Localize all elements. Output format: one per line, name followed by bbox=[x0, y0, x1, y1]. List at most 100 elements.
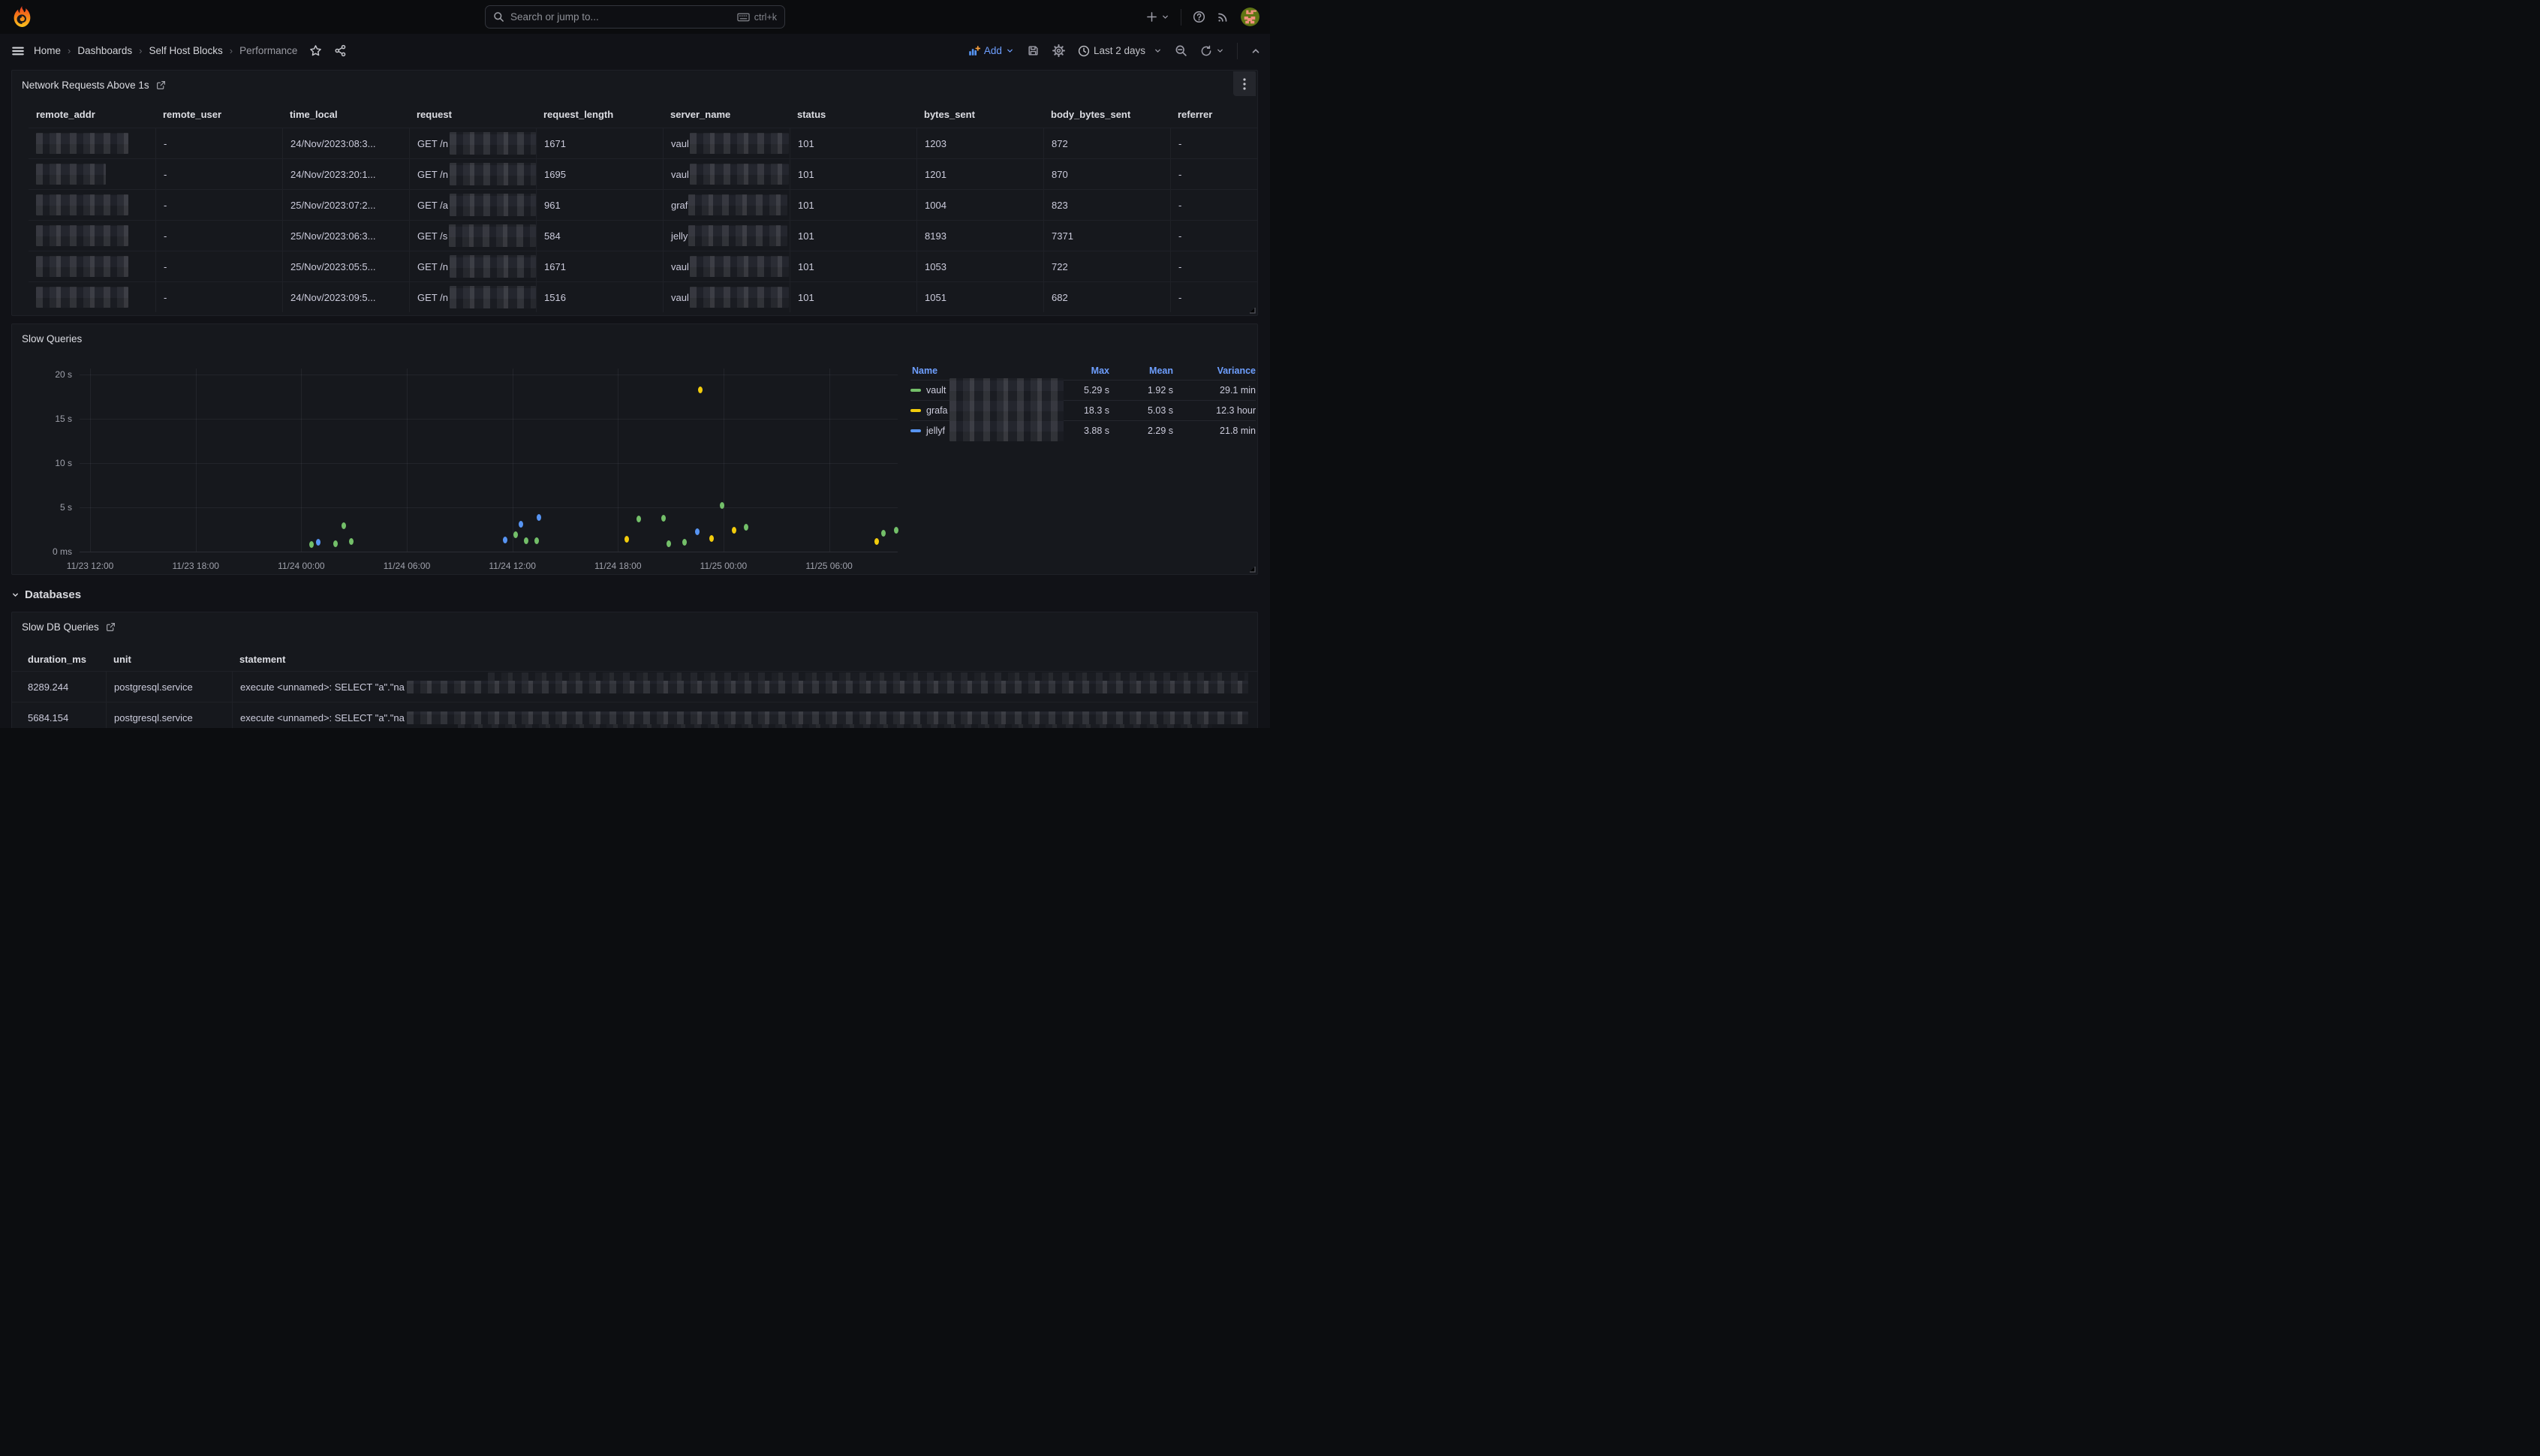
cell-server-name: vaul bbox=[663, 159, 790, 189]
blurred-value bbox=[450, 132, 536, 155]
hamburger-menu-icon[interactable] bbox=[11, 44, 25, 58]
column-header[interactable]: duration_ms bbox=[12, 654, 106, 665]
legend-header-variance[interactable]: Variance bbox=[1173, 366, 1256, 376]
blurred-value bbox=[450, 255, 536, 278]
legend-header-mean[interactable]: Mean bbox=[1109, 366, 1173, 376]
db-table-body: 8289.244 postgresql.service execute <unn… bbox=[12, 671, 1257, 728]
scatter-point bbox=[333, 540, 338, 547]
cell-server-name: vaul bbox=[663, 128, 790, 158]
scatter-point bbox=[513, 531, 518, 538]
cell-unit: postgresql.service bbox=[106, 672, 232, 702]
blurred-value bbox=[690, 164, 789, 185]
blurred-value bbox=[36, 256, 128, 277]
blurred-legend-names bbox=[949, 378, 1064, 441]
collapse-toolbar-icon[interactable] bbox=[1250, 46, 1261, 56]
breadcrumb-folder[interactable]: Self Host Blocks bbox=[149, 45, 223, 56]
favorite-star-icon[interactable] bbox=[309, 44, 322, 57]
cell-time-local: 24/Nov/2023:08:3... bbox=[282, 128, 409, 158]
external-link-icon[interactable] bbox=[156, 80, 166, 90]
cell-status: 101 bbox=[790, 159, 916, 189]
external-link-icon[interactable] bbox=[106, 622, 116, 632]
column-header[interactable]: unit bbox=[106, 654, 232, 665]
scatter-point bbox=[309, 541, 314, 548]
divider bbox=[1237, 43, 1238, 59]
cell-request: GET /s bbox=[409, 221, 536, 251]
search-input[interactable]: Search or jump to... ctrl+k bbox=[485, 5, 785, 29]
series-color-chip bbox=[910, 389, 921, 392]
breadcrumb-dashboards[interactable]: Dashboards bbox=[77, 45, 132, 56]
refresh-icon bbox=[1200, 45, 1212, 57]
column-header[interactable]: bytes_sent bbox=[916, 109, 1043, 120]
table-row: - 24/Nov/2023:08:3... GET /n 1671 vaul 1… bbox=[29, 128, 1257, 158]
panel-title[interactable]: Slow DB Queries bbox=[22, 621, 99, 633]
help-button[interactable] bbox=[1193, 11, 1205, 23]
chevron-down-icon bbox=[1006, 47, 1014, 55]
network-table: remote_addrremote_usertime_localrequestr… bbox=[12, 101, 1257, 315]
share-icon[interactable] bbox=[334, 44, 347, 57]
legend-variance: 12.3 hour bbox=[1173, 405, 1256, 416]
column-header[interactable]: request bbox=[409, 109, 536, 120]
breadcrumb-home[interactable]: Home bbox=[34, 45, 61, 56]
column-header[interactable]: statement bbox=[232, 654, 1257, 665]
breadcrumb-current: Performance bbox=[239, 45, 297, 56]
legend-mean: 1.92 s bbox=[1109, 385, 1173, 396]
column-header[interactable]: remote_addr bbox=[29, 109, 155, 120]
cell-time-local: 25/Nov/2023:05:5... bbox=[282, 251, 409, 281]
section-databases[interactable]: Databases bbox=[11, 585, 81, 604]
cell-time-local: 24/Nov/2023:09:5... bbox=[282, 282, 409, 312]
column-header[interactable]: time_local bbox=[282, 109, 409, 120]
panel-title[interactable]: Network Requests Above 1s bbox=[22, 80, 149, 91]
grafana-dashboard: Search or jump to... ctrl+k bbox=[0, 0, 1270, 728]
scatter-point bbox=[698, 387, 703, 393]
dashboard-settings-icon[interactable] bbox=[1052, 44, 1065, 57]
new-button[interactable] bbox=[1146, 11, 1169, 23]
network-table-body: - 24/Nov/2023:08:3... GET /n 1671 vaul 1… bbox=[29, 128, 1257, 312]
column-header[interactable]: body_bytes_sent bbox=[1043, 109, 1170, 120]
cell-body-bytes-sent: 870 bbox=[1043, 159, 1170, 189]
scatter-point bbox=[874, 538, 879, 545]
cell-bytes-sent: 1051 bbox=[916, 282, 1043, 312]
time-range-picker[interactable]: Last 2 days bbox=[1078, 45, 1162, 57]
cell-referrer: - bbox=[1170, 221, 1257, 251]
cell-bytes-sent: 1053 bbox=[916, 251, 1043, 281]
nav-right-group bbox=[1146, 0, 1259, 34]
scatter-point bbox=[661, 515, 666, 522]
panel-slow-queries: Slow Queries 11/23 12:0011/23 18:0011/24… bbox=[11, 323, 1258, 575]
blurred-value bbox=[36, 133, 128, 154]
network-table-header: remote_addrremote_usertime_localrequestr… bbox=[29, 101, 1257, 128]
column-header[interactable]: remote_user bbox=[155, 109, 282, 120]
save-dashboard-button[interactable] bbox=[1027, 44, 1040, 57]
cell-body-bytes-sent: 722 bbox=[1043, 251, 1170, 281]
search-placeholder: Search or jump to... bbox=[510, 11, 731, 23]
legend-header-name[interactable]: Name bbox=[910, 366, 1042, 376]
panel-title[interactable]: Slow Queries bbox=[22, 333, 82, 344]
panel-resize-handle[interactable] bbox=[1249, 566, 1256, 573]
cell-server-name: jelly bbox=[663, 221, 790, 251]
scatter-point bbox=[624, 536, 629, 543]
legend-variance: 21.8 min bbox=[1173, 426, 1256, 436]
scatter-point bbox=[519, 521, 523, 528]
panel-menu-kebab-icon[interactable] bbox=[1233, 71, 1256, 96]
blurred-value bbox=[36, 164, 106, 185]
cell-unit: postgresql.service bbox=[106, 702, 232, 728]
cell-remote-user: - bbox=[155, 128, 282, 158]
user-avatar[interactable] bbox=[1241, 8, 1259, 26]
grafana-logo-icon[interactable] bbox=[11, 6, 33, 28]
cell-time-local: 25/Nov/2023:06:3... bbox=[282, 221, 409, 251]
zoom-out-time-icon[interactable] bbox=[1175, 44, 1187, 57]
scatter-point bbox=[534, 537, 539, 544]
refresh-button[interactable] bbox=[1200, 45, 1224, 57]
x-gridline bbox=[829, 369, 830, 552]
column-header[interactable]: status bbox=[790, 109, 916, 120]
news-rss-button[interactable] bbox=[1217, 11, 1229, 23]
x-gridline bbox=[196, 369, 197, 552]
y-axis-label: 5 s bbox=[33, 502, 72, 513]
column-header[interactable]: request_length bbox=[536, 109, 663, 120]
add-button[interactable]: Add bbox=[968, 45, 1014, 57]
column-header[interactable]: referrer bbox=[1170, 109, 1257, 120]
cell-time-local: 25/Nov/2023:07:2... bbox=[282, 190, 409, 220]
section-title: Databases bbox=[25, 588, 81, 601]
column-header[interactable]: server_name bbox=[663, 109, 790, 120]
legend-header-max[interactable]: Max bbox=[1042, 366, 1109, 376]
panel-resize-handle[interactable] bbox=[1249, 307, 1256, 314]
